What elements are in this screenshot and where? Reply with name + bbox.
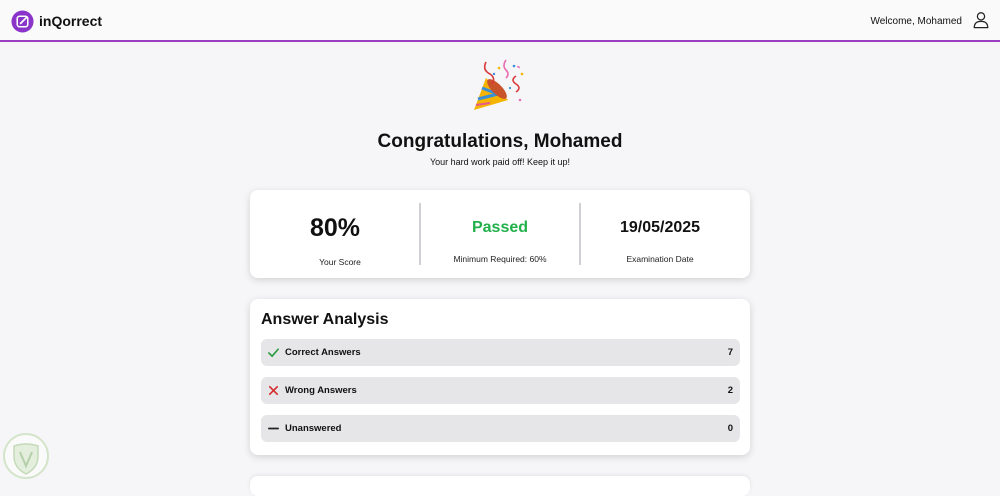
row-label: Unanswered — [285, 423, 342, 434]
party-popper-icon — [474, 59, 524, 110]
row-label: Correct Answers — [285, 347, 361, 358]
row-count: 2 — [727, 385, 733, 396]
row-count: 0 — [727, 423, 733, 434]
next-card-peek — [250, 476, 750, 496]
page-subtitle: Your hard work paid off! Keep it up! — [429, 157, 571, 167]
wrong-answers-row: Wrong Answers 2 — [261, 377, 740, 404]
exam-date-label: Examination Date — [626, 254, 694, 264]
answer-analysis-card: Answer Analysis Correct Answers 7 Wrong … — [250, 299, 750, 455]
row-label: Wrong Answers — [285, 385, 357, 396]
correct-answers-row: Correct Answers 7 — [261, 339, 740, 366]
cross-icon — [268, 385, 279, 396]
unanswered-row: Unanswered 0 — [261, 415, 740, 442]
dash-icon — [268, 427, 279, 430]
page-title: Congratulations, Mohamed — [377, 131, 623, 152]
user-icon[interactable] — [972, 11, 990, 29]
status-value: Passed — [471, 219, 529, 236]
results-summary-card: 80% Your Score Passed Minimum Required: … — [250, 190, 750, 278]
status-label: Minimum Required: 60% — [453, 254, 547, 264]
check-icon — [268, 348, 279, 358]
pen-badge-icon[interactable] — [11, 10, 34, 33]
analysis-title: Answer Analysis — [261, 311, 389, 328]
watermark-logo — [3, 433, 49, 479]
exam-date-value: 19/05/2025 — [619, 219, 701, 236]
score-label: Your Score — [319, 257, 361, 267]
score-value: 80% — [309, 214, 361, 242]
top-navbar: inQorrect Welcome, Mohamed — [0, 0, 1000, 42]
welcome-text: Welcome, Mohamed — [870, 16, 962, 27]
row-count: 7 — [727, 347, 733, 358]
app-name[interactable]: inQorrect — [39, 13, 102, 29]
